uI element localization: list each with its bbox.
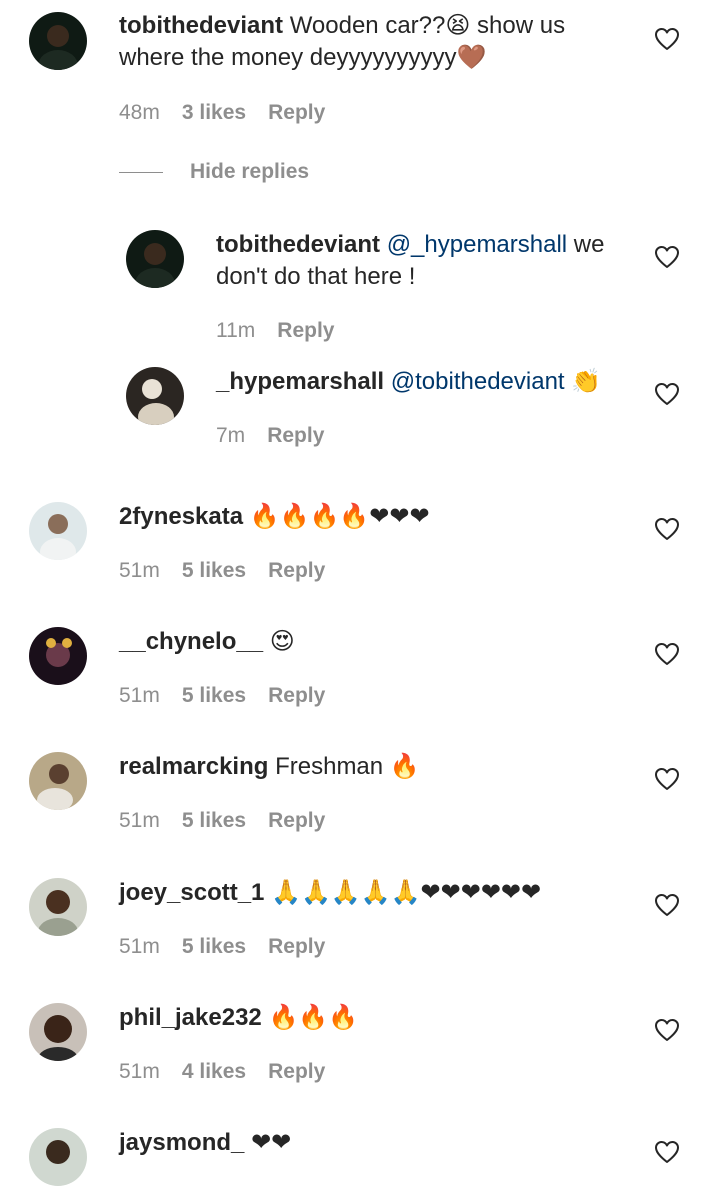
reply-mention[interactable]: @_hypemarshall bbox=[387, 231, 567, 258]
comment-time: 51m bbox=[119, 935, 160, 958]
likes-count[interactable]: 5 likes bbox=[182, 684, 246, 708]
reply-button[interactable]: Reply bbox=[268, 1060, 325, 1084]
comment-text: 🔥🔥🔥🔥❤❤❤ bbox=[249, 503, 430, 530]
comment-meta: 51m 5 likes Reply bbox=[119, 809, 325, 833]
reply-meta: 7m Reply bbox=[216, 424, 324, 448]
heart-outline-icon[interactable] bbox=[654, 382, 680, 406]
reply-button[interactable]: Reply bbox=[268, 809, 325, 833]
avatar[interactable] bbox=[29, 1128, 87, 1186]
comment-username[interactable]: realmarcking bbox=[119, 753, 268, 780]
comment-text: ❤❤ bbox=[251, 1129, 292, 1156]
comment-text: 🔥🔥🔥 bbox=[268, 1004, 359, 1031]
avatar[interactable] bbox=[126, 367, 184, 425]
avatar[interactable] bbox=[29, 627, 87, 685]
comment-time: 51m bbox=[119, 809, 160, 832]
reply-time: 7m bbox=[216, 424, 246, 447]
comment-meta: 51m 5 likes Reply bbox=[119, 559, 325, 583]
heart-outline-icon[interactable] bbox=[654, 517, 680, 541]
comment-time: 51m bbox=[119, 1060, 160, 1083]
heart-outline-icon[interactable] bbox=[654, 27, 680, 51]
comment-text: Freshman 🔥 bbox=[275, 753, 420, 780]
comment-body: __chynelo__ 😍 bbox=[119, 626, 619, 658]
comment-username[interactable]: __chynelo__ bbox=[119, 628, 263, 655]
comment-time: 51m bbox=[119, 684, 160, 707]
heart-outline-icon[interactable] bbox=[654, 245, 680, 269]
reply-button[interactable]: Reply bbox=[268, 935, 325, 959]
reply-username[interactable]: _hypemarshall bbox=[216, 368, 384, 395]
heart-outline-icon[interactable] bbox=[654, 1140, 680, 1164]
reply-button[interactable]: Reply bbox=[267, 424, 324, 448]
comment-meta: 48m 3 likes Reply bbox=[119, 101, 325, 125]
reply-button[interactable]: Reply bbox=[268, 101, 325, 125]
heart-outline-icon[interactable] bbox=[654, 1018, 680, 1042]
comment-text: 🙏🙏🙏🙏🙏❤❤❤❤❤❤ bbox=[271, 879, 542, 906]
avatar[interactable] bbox=[29, 1003, 87, 1061]
avatar[interactable] bbox=[29, 502, 87, 560]
avatar[interactable] bbox=[29, 752, 87, 810]
comment-meta: 51m 5 likes Reply bbox=[119, 935, 325, 959]
likes-count[interactable]: 4 likes bbox=[182, 1060, 246, 1084]
hide-replies-button[interactable]: Hide replies bbox=[119, 160, 309, 184]
reply-body: tobithedeviant @_hypemarshall we don't d… bbox=[216, 229, 616, 293]
comment-username[interactable]: jaysmond_ bbox=[119, 1129, 244, 1156]
comment-body: 2fyneskata 🔥🔥🔥🔥❤❤❤ bbox=[119, 501, 619, 533]
comment-body: jaysmond_ ❤❤ bbox=[119, 1127, 619, 1159]
reply-body: _hypemarshall @tobithedeviant 👏 bbox=[216, 366, 636, 398]
reply-button[interactable]: Reply bbox=[277, 319, 334, 343]
avatar[interactable] bbox=[29, 12, 87, 70]
avatar[interactable] bbox=[29, 878, 87, 936]
divider bbox=[119, 171, 163, 173]
heart-outline-icon[interactable] bbox=[654, 642, 680, 666]
comment-username[interactable]: tobithedeviant bbox=[119, 12, 283, 39]
reply-button[interactable]: Reply bbox=[268, 684, 325, 708]
likes-count[interactable]: 5 likes bbox=[182, 935, 246, 959]
comment-body: tobithedeviant Wooden car??😫 show us whe… bbox=[119, 10, 589, 74]
likes-count[interactable]: 5 likes bbox=[182, 809, 246, 833]
likes-count[interactable]: 3 likes bbox=[182, 101, 246, 125]
comment-meta: 51m 4 likes Reply bbox=[119, 1060, 325, 1084]
heart-outline-icon[interactable] bbox=[654, 893, 680, 917]
heart-outline-icon[interactable] bbox=[654, 767, 680, 791]
reply-button[interactable]: Reply bbox=[268, 559, 325, 583]
reply-meta: 11m Reply bbox=[216, 319, 334, 343]
reply-mention[interactable]: @tobithedeviant bbox=[391, 368, 565, 395]
comment-username[interactable]: phil_jake232 bbox=[119, 1004, 262, 1031]
comment-meta: 51m 5 likes Reply bbox=[119, 684, 325, 708]
comment-time: 48m bbox=[119, 101, 160, 124]
comment-body: phil_jake232 🔥🔥🔥 bbox=[119, 1002, 619, 1034]
comment-body: realmarcking Freshman 🔥 bbox=[119, 751, 619, 783]
comment-text: 😍 bbox=[269, 628, 295, 655]
comment-body: joey_scott_1 🙏🙏🙏🙏🙏❤❤❤❤❤❤ bbox=[119, 877, 639, 909]
comment-username[interactable]: joey_scott_1 bbox=[119, 879, 264, 906]
reply-text: 👏 bbox=[564, 368, 602, 395]
likes-count[interactable]: 5 likes bbox=[182, 559, 246, 583]
comment-time: 51m bbox=[119, 559, 160, 582]
avatar[interactable] bbox=[126, 230, 184, 288]
reply-username[interactable]: tobithedeviant bbox=[216, 231, 380, 258]
reply-time: 11m bbox=[216, 319, 256, 342]
hide-replies-label: Hide replies bbox=[190, 160, 310, 183]
comment-username[interactable]: 2fyneskata bbox=[119, 503, 243, 530]
